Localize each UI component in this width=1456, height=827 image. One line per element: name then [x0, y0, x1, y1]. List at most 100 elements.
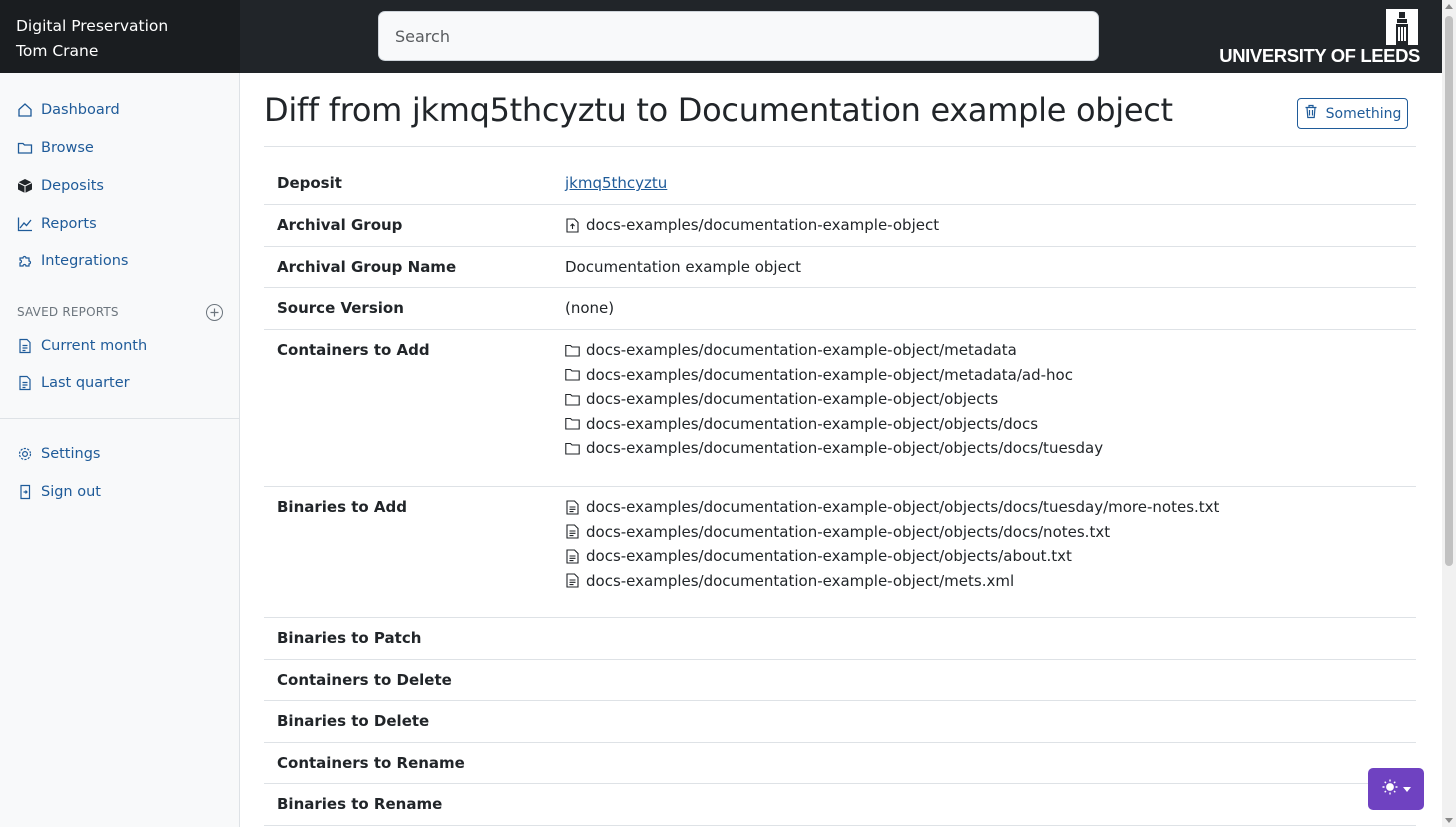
app-title: Digital Preservation — [16, 17, 169, 35]
list-item: docs-examples/documentation-example-obje… — [565, 544, 1404, 569]
row-label: Binaries to Add — [277, 498, 408, 516]
sidebar-item-label: Last quarter — [41, 375, 130, 391]
file-text-icon — [565, 500, 580, 515]
sidebar-divider — [0, 418, 240, 419]
university-logo[interactable]: UNIVERSITY OF LEEDS — [1219, 9, 1420, 67]
sidebar-item-label: Settings — [41, 446, 101, 462]
table-row-binaries-to-delete: Binaries to Delete — [264, 701, 1416, 743]
row-label: Archival Group Name — [277, 258, 457, 276]
plus-icon — [210, 308, 219, 317]
top-navbar: Digital Preservation Tom Crane UNIVERSIT… — [0, 0, 1442, 73]
list-item: docs-examples/documentation-example-obje… — [565, 436, 1404, 461]
table-row-binaries-to-add: Binaries to Add docs-examples/documentat… — [264, 487, 1416, 618]
row-label: Binaries to Patch — [277, 629, 422, 647]
table-row-source-version: Source Version (none) — [264, 288, 1416, 330]
source-version-value: (none) — [565, 299, 615, 317]
sidebar-item-sign-out[interactable]: Sign out — [16, 480, 101, 504]
saved-reports-heading: SAVED REPORTS — [17, 305, 119, 319]
folder-icon — [16, 139, 34, 157]
row-label: Binaries to Delete — [277, 712, 430, 730]
table-row-archival-group: Archival Group docs-examples/documentati… — [264, 205, 1416, 247]
file-arrow-up-icon — [565, 218, 580, 233]
search-input[interactable] — [378, 11, 1099, 61]
sidebar-item-label: Current month — [41, 338, 148, 354]
sidebar-item-label: Integrations — [41, 253, 129, 269]
list-item: docs-examples/documentation-example-obje… — [565, 338, 1404, 363]
document-icon — [16, 337, 34, 355]
sidebar: Dashboard Browse Deposits Reports Integr… — [0, 73, 240, 827]
line-chart-icon — [16, 215, 34, 233]
sidebar-item-current-month[interactable]: Current month — [16, 334, 147, 358]
chevron-down-icon — [1403, 786, 1411, 792]
scroll-down-icon[interactable] — [1445, 818, 1453, 823]
table-row-archival-group-name: Archival Group Name Documentation exampl… — [264, 247, 1416, 288]
page-scrollbar[interactable] — [1442, 0, 1456, 827]
scrollbar-thumb[interactable] — [1445, 16, 1453, 566]
sidebar-item-integrations[interactable]: Integrations — [16, 249, 128, 273]
table-row-containers-to-add: Containers to Add docs-examples/document… — [264, 330, 1416, 487]
add-saved-report-button[interactable] — [206, 304, 223, 321]
file-text-icon — [565, 524, 580, 539]
theme-toggle-button[interactable] — [1368, 768, 1424, 810]
table-row-containers-to-rename: Containers to Rename — [264, 743, 1416, 784]
list-item: docs-examples/documentation-example-obje… — [565, 495, 1404, 520]
scroll-up-icon[interactable] — [1445, 4, 1453, 9]
page-title: Diff from jkmq5thcyztu to Documentation … — [264, 91, 1173, 129]
folder-icon — [565, 392, 580, 407]
row-label: Binaries to Rename — [277, 795, 443, 813]
archival-group-name-value: Documentation example object — [565, 258, 801, 276]
row-label: Deposit — [277, 174, 342, 192]
trash-icon — [1304, 104, 1318, 123]
sidebar-item-deposits[interactable]: Deposits — [16, 174, 104, 198]
logo-text: UNIVERSITY OF LEEDS — [1219, 45, 1420, 66]
document-icon — [16, 374, 34, 392]
sign-out-icon — [16, 483, 34, 501]
diff-table: Deposit jkmq5thcyztu Archival Group docs… — [264, 163, 1416, 826]
puzzle-icon — [16, 252, 34, 270]
file-text-icon — [565, 573, 580, 588]
list-item: docs-examples/documentation-example-obje… — [565, 412, 1404, 437]
box-icon — [16, 177, 34, 195]
list-item: docs-examples/documentation-example-obje… — [565, 387, 1404, 412]
archival-group-value: docs-examples/documentation-example-obje… — [586, 216, 940, 234]
folder-icon — [565, 367, 580, 382]
table-row-containers-to-delete: Containers to Delete — [264, 660, 1416, 701]
folder-icon — [565, 416, 580, 431]
table-row-binaries-to-rename: Binaries to Rename — [264, 784, 1416, 826]
sidebar-item-dashboard[interactable]: Dashboard — [16, 98, 120, 122]
folder-icon — [565, 343, 580, 358]
parkinson-tower-icon — [1386, 9, 1418, 45]
row-label: Containers to Add — [277, 341, 430, 359]
title-divider — [264, 146, 1416, 147]
sidebar-item-reports[interactable]: Reports — [16, 212, 97, 236]
sidebar-item-label: Deposits — [41, 178, 104, 194]
user-name: Tom Crane — [16, 42, 99, 60]
sidebar-item-label: Reports — [41, 216, 97, 232]
table-row-binaries-to-patch: Binaries to Patch — [264, 618, 1416, 660]
row-label: Containers to Rename — [277, 754, 465, 772]
sun-icon — [1381, 778, 1399, 801]
deposit-link[interactable]: jkmq5thcyztu — [565, 174, 667, 192]
row-label: Source Version — [277, 299, 404, 317]
row-label: Archival Group — [277, 216, 403, 234]
list-item: docs-examples/documentation-example-obje… — [565, 363, 1404, 388]
file-text-icon — [565, 549, 580, 564]
gear-icon — [16, 445, 34, 463]
list-item: docs-examples/documentation-example-obje… — [565, 569, 1404, 594]
sidebar-item-label: Browse — [41, 140, 94, 156]
sidebar-item-settings[interactable]: Settings — [16, 442, 100, 466]
row-label: Containers to Delete — [277, 671, 452, 689]
brand[interactable]: Digital Preservation Tom Crane — [0, 0, 240, 73]
list-item: docs-examples/documentation-example-obje… — [565, 520, 1404, 545]
sidebar-item-label: Dashboard — [41, 102, 120, 118]
sidebar-item-label: Sign out — [41, 484, 101, 500]
folder-icon — [565, 441, 580, 456]
house-icon — [16, 101, 34, 119]
containers-to-add-list: docs-examples/documentation-example-obje… — [552, 330, 1416, 486]
binaries-to-add-list: docs-examples/documentation-example-obje… — [552, 487, 1416, 617]
sidebar-item-browse[interactable]: Browse — [16, 136, 94, 160]
table-row-deposit: Deposit jkmq5thcyztu — [264, 163, 1416, 205]
sidebar-item-last-quarter[interactable]: Last quarter — [16, 371, 130, 395]
something-button-label: Something — [1325, 105, 1402, 122]
something-button[interactable]: Something — [1297, 98, 1408, 129]
